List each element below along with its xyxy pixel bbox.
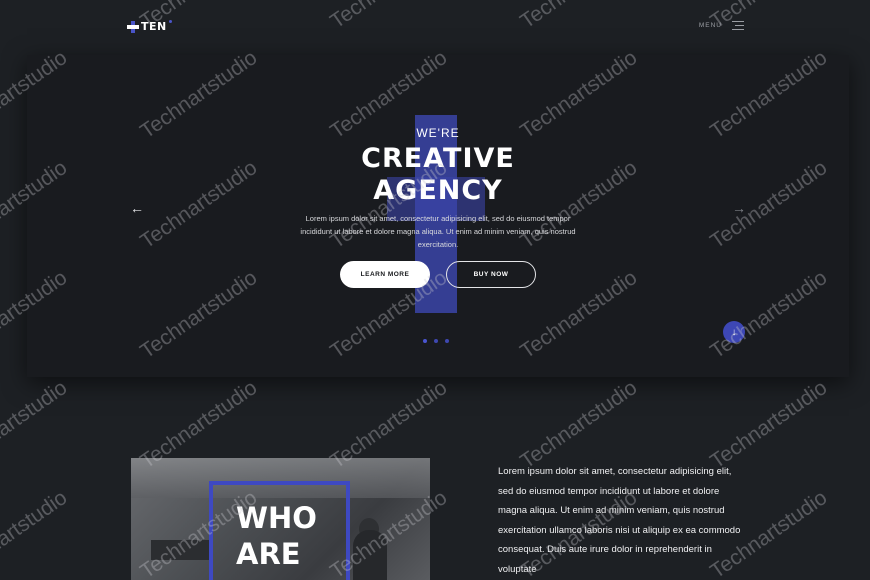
hero-eyebrow: WE'RE: [416, 126, 460, 140]
watermark-text: Technartstudio: [706, 375, 832, 474]
watermark-text: Technartstudio: [0, 485, 72, 580]
hero-title-line2: AGENCY: [373, 175, 503, 206]
slider-pagination: [423, 339, 449, 343]
hero-title-line1: CREATIVE: [361, 143, 515, 174]
hero-title: CREATIVE AGENCY: [27, 143, 849, 207]
watermark-text: Technartstudio: [0, 375, 72, 474]
arrow-down-icon: ↓: [731, 326, 737, 338]
logo-dot: [168, 20, 172, 23]
about-description: Lorem ipsum dolor sit amet, consectetur …: [498, 466, 741, 575]
who-are-heading: WHO ARE: [236, 500, 317, 572]
arrow-left-icon[interactable]: ←: [129, 200, 145, 216]
who-are-heading-line1: WHO: [236, 501, 317, 535]
slider-dot-2[interactable]: [434, 339, 438, 343]
hero-slider: WE'RE CREATIVE AGENCY Lorem ipsum dolor …: [27, 55, 849, 377]
hero-description: Lorem ipsum dolor sit amet, consectetur …: [300, 214, 576, 249]
menu-button[interactable]: MENU: [699, 21, 744, 30]
hamburger-icon: [732, 21, 744, 30]
who-are-heading-line2: ARE: [236, 537, 301, 571]
arrow-right-icon[interactable]: →: [731, 200, 747, 216]
slider-dot-1[interactable]: [423, 339, 427, 343]
plus-icon: [127, 20, 139, 33]
watermark-text: Technartstudio: [516, 375, 642, 474]
slider-dot-3[interactable]: [445, 339, 449, 343]
scroll-down-button[interactable]: ↓: [723, 321, 745, 343]
learn-more-button[interactable]: LEARN MORE: [340, 261, 430, 288]
logo[interactable]: TEN: [127, 20, 172, 33]
buy-now-button[interactable]: BUY NOW: [446, 261, 536, 288]
menu-label: MENU: [698, 22, 722, 29]
logo-text: TEN: [141, 20, 167, 33]
top-navigation: TEN MENU: [0, 0, 870, 55]
